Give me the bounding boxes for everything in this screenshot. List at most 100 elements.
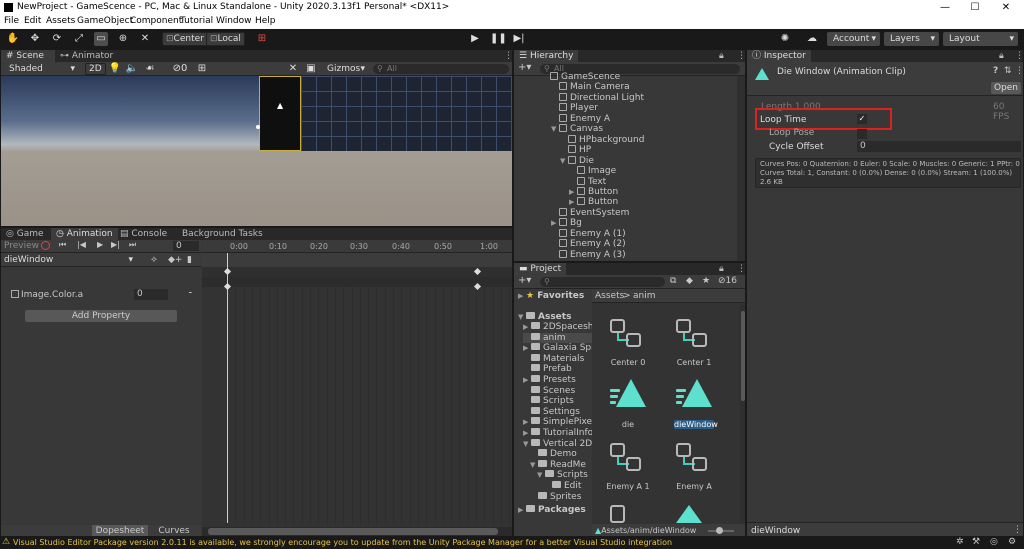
hierarchy-item[interactable]: Player xyxy=(551,103,598,113)
scale-tool-icon[interactable]: ⤢ xyxy=(72,32,86,46)
event-track[interactable] xyxy=(202,253,512,267)
animation-clip-asset[interactable]: die xyxy=(598,375,658,433)
animation-clip-icon[interactable] xyxy=(676,505,702,523)
help-icon[interactable]: ? xyxy=(993,66,998,76)
first-key-icon[interactable]: ⏮ xyxy=(59,240,66,250)
bug-report-icon[interactable]: ✲ xyxy=(956,537,964,547)
record-icon[interactable] xyxy=(41,241,50,250)
status-message[interactable]: Visual Studio Editor Package version 2.0… xyxy=(13,538,672,547)
project-folder-item[interactable]: ▶ Galaxia Spr xyxy=(523,343,592,353)
asset-scroll-thumb[interactable] xyxy=(741,311,745,401)
timeline-scrollbar[interactable] xyxy=(202,527,512,536)
last-key-icon[interactable]: ⏭ xyxy=(129,240,136,250)
dopesheet-timeline[interactable]: 0:00 0:10 0:20 0:30 0:40 0:50 1:00 xyxy=(202,240,512,536)
packages-item[interactable]: ▶ Packages xyxy=(518,505,586,515)
hand-tool-icon[interactable]: ✋ xyxy=(6,32,20,46)
create-add-icon[interactable]: +▾ xyxy=(518,62,531,73)
rect-handle[interactable] xyxy=(256,125,260,129)
inspector-preview-bar[interactable]: dieWindow ⋮ xyxy=(747,522,1023,536)
expand-arrow-icon[interactable]: ▼ xyxy=(551,124,559,134)
animator-controller-asset[interactable]: Enemy A xyxy=(664,437,724,495)
hierarchy-item[interactable]: ▶ Button xyxy=(569,186,618,197)
presets-icon[interactable]: ⇅ xyxy=(1004,66,1012,76)
die-window-rect[interactable]: ▲ xyxy=(259,76,301,151)
shading-mode-dropdown[interactable]: Shaded xyxy=(3,62,79,76)
custom-tool-icon[interactable]: ✕ xyxy=(138,32,152,46)
gizmos-dropdown[interactable]: Gizmos xyxy=(321,62,369,76)
project-folder-item[interactable]: ▶ TutorialInfo xyxy=(523,428,592,438)
cloud-icon[interactable]: ☁ xyxy=(805,32,819,46)
animator-controller-icon[interactable] xyxy=(610,505,625,523)
animator-controller-asset[interactable]: Center 1 xyxy=(664,313,724,371)
expand-arrow-icon[interactable]: ▶ xyxy=(523,343,531,353)
hierarchy-more-icon[interactable]: ⋮ xyxy=(732,50,745,62)
collab-icon[interactable]: ✺ xyxy=(778,32,792,46)
favorite-star-icon[interactable]: ★ xyxy=(702,276,710,286)
property-track[interactable] xyxy=(202,277,512,287)
project-folder-item[interactable]: Edit xyxy=(544,481,581,491)
hierarchy-lock-icon[interactable]: 🔒︎ xyxy=(714,50,729,62)
menu-assets[interactable]: Assets xyxy=(46,16,75,26)
preview-menu-icon[interactable]: ⋮ xyxy=(1013,525,1022,535)
property-menu-icon[interactable]: ⁃ xyxy=(188,289,193,299)
project-more-icon[interactable]: ⋮ xyxy=(732,263,745,275)
hierarchy-item[interactable]: Enemy A (1) xyxy=(551,228,626,239)
project-lock-icon[interactable]: 🔒︎ xyxy=(714,263,729,275)
animator-controller-asset[interactable]: Enemy A 1 xyxy=(598,437,658,495)
project-folder-item[interactable]: ▶ SimplePixel xyxy=(523,417,592,427)
project-folder-item[interactable]: ▶ Presets xyxy=(523,375,576,385)
transform-tool-icon[interactable]: ⊕ xyxy=(116,32,130,46)
project-folder-item[interactable]: Sprites xyxy=(530,491,581,502)
hierarchy-item[interactable]: Main Camera xyxy=(551,82,630,92)
hierarchy-item[interactable]: ▼ Canvas xyxy=(551,124,603,134)
summary-track[interactable] xyxy=(202,267,512,277)
expand-arrow-icon[interactable]: ▼ xyxy=(537,470,545,480)
project-folder-item[interactable]: ▼ ReadMe xyxy=(530,459,586,470)
play-button[interactable]: ▶ xyxy=(468,32,482,46)
project-folder-item[interactable]: Demo xyxy=(530,449,577,459)
project-folder-item[interactable]: Scripts xyxy=(523,396,574,406)
menu-tutorial[interactable]: Tutorial xyxy=(180,16,213,26)
tab-console[interactable]: ▤ Console xyxy=(115,228,172,240)
loop-time-checkbox[interactable]: ✓ xyxy=(857,114,867,124)
tab-hierarchy[interactable]: ☰ Hierarchy xyxy=(514,50,579,62)
prev-key-icon[interactable]: |◀ xyxy=(77,240,86,249)
inspector-lock-icon[interactable]: 🔒︎ xyxy=(994,50,1009,62)
cache-icon[interactable]: ⚒ xyxy=(972,537,980,547)
hierarchy-item[interactable]: ▶ Bg xyxy=(551,218,582,228)
add-property-button[interactable]: Add Property xyxy=(25,310,177,322)
scene-more-icon[interactable]: ⋮ xyxy=(499,50,512,62)
effects-icon[interactable]: ☙ xyxy=(143,62,157,76)
menu-gameobject[interactable]: GameObject xyxy=(77,16,133,26)
inspector-more-icon[interactable]: ⋮ xyxy=(1010,50,1023,62)
project-folder-item[interactable]: ▶ 2DSpacesh xyxy=(523,322,592,332)
scene-search-input[interactable]: ⚲ All xyxy=(373,64,509,74)
project-folder-item[interactable]: Settings xyxy=(523,406,580,417)
hierarchy-item[interactable]: EventSystem xyxy=(551,207,629,218)
hierarchy-item[interactable]: Enemy A (3) xyxy=(551,249,626,260)
tab-inspector[interactable]: ⓘ Inspector xyxy=(747,50,811,62)
hierarchy-item[interactable]: Enemy A (2) xyxy=(551,239,626,249)
hierarchy-item[interactable]: ▶ Button xyxy=(569,197,618,207)
tab-game[interactable]: ◎ Game xyxy=(1,228,49,240)
minimize-button[interactable]: — xyxy=(935,1,955,14)
loop-pose-checkbox[interactable] xyxy=(857,129,867,139)
hierarchy-item[interactable]: Image xyxy=(569,166,616,176)
hierarchy-item[interactable]: ▼ Die xyxy=(560,155,594,166)
curves-tab[interactable]: Curves xyxy=(150,525,198,536)
2d-toggle[interactable]: 2D xyxy=(85,63,106,75)
tab-animation[interactable]: ◷ Animation xyxy=(51,228,118,240)
hierarchy-item[interactable]: HP xyxy=(560,145,591,155)
next-key-icon[interactable]: ▶| xyxy=(111,240,120,249)
animation-clip-asset[interactable]: dieWindow xyxy=(664,375,724,433)
tab-background-tasks[interactable]: Background Tasks xyxy=(177,228,268,240)
expand-arrow-icon[interactable]: ▶ xyxy=(523,428,531,438)
expand-arrow-icon[interactable]: ▶ xyxy=(523,322,531,332)
pause-button[interactable]: ❚❚ xyxy=(490,32,507,46)
project-folder-item[interactable]: ▼ Scripts xyxy=(537,470,588,480)
animator-controller-asset[interactable]: Center 0 xyxy=(598,313,658,371)
clip-dropdown[interactable]: dieWindow xyxy=(1,253,137,267)
menu-component[interactable]: Component xyxy=(130,16,182,26)
open-button[interactable]: Open xyxy=(991,82,1021,94)
close-button[interactable]: ✕ xyxy=(996,1,1016,14)
